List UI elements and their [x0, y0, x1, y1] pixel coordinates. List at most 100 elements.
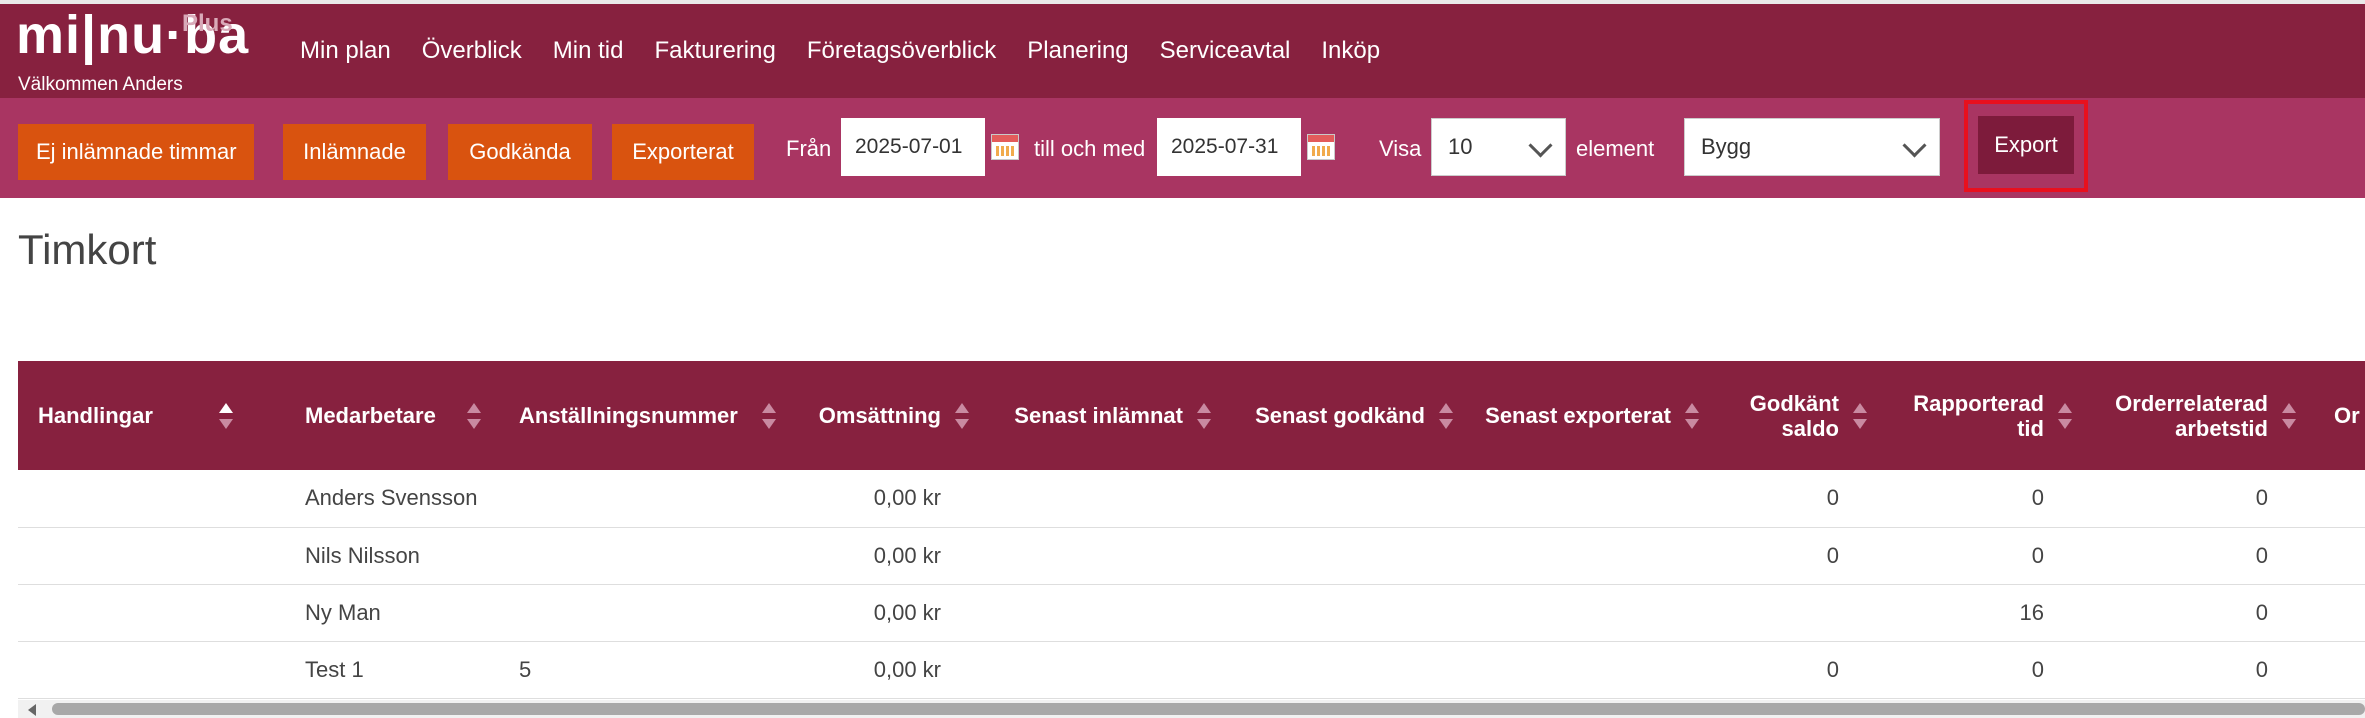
- cell-actions: [18, 470, 285, 528]
- table-row[interactable]: Ny Man 0,00 kr 16 0: [18, 584, 2365, 642]
- sort-icon[interactable]: [1853, 401, 1867, 431]
- cell-revenue: 0,00 kr: [792, 641, 987, 699]
- chevron-down-icon: [1902, 133, 1927, 158]
- cell-truncated: [2314, 470, 2365, 528]
- welcome-text: Välkommen Anders: [18, 74, 183, 95]
- cell-order-time: 0: [2090, 641, 2314, 699]
- to-label: till och med: [1034, 136, 1146, 161]
- column-header-rapporterad-tid[interactable]: Rapporterad tid: [1885, 361, 2090, 470]
- cell-truncated: [2314, 641, 2365, 699]
- category-value: Bygg: [1701, 134, 1752, 159]
- calendar-icon[interactable]: [1307, 134, 1335, 160]
- sort-icon[interactable]: [2058, 401, 2072, 431]
- cell-approved-balance: 0: [1717, 527, 1885, 585]
- minuba-logo[interactable]: mi|nu·ba Plus Välkommen Anders: [16, 8, 256, 98]
- column-header-senast-exporterat[interactable]: Senast exporterat: [1471, 361, 1717, 470]
- cell-last-submitted: [987, 470, 1229, 528]
- nav-fakturering[interactable]: Fakturering: [654, 37, 775, 65]
- nav-planering[interactable]: Planering: [1027, 37, 1128, 65]
- cell-last-exported: [1471, 470, 1717, 528]
- logo-plus-badge: Plus: [182, 10, 233, 37]
- nav-inkop[interactable]: Inköp: [1321, 37, 1380, 65]
- cell-reported-time: 0: [1885, 470, 2090, 528]
- cell-last-approved: [1229, 584, 1471, 642]
- cell-last-submitted: [987, 584, 1229, 642]
- cell-order-time: 0: [2090, 584, 2314, 642]
- filter-approved-button[interactable]: Godkända: [448, 124, 592, 180]
- timecard-table-container: Handlingar Medarbetare Anställningsnumme…: [18, 361, 2365, 701]
- column-header-medarbetare[interactable]: Medarbetare: [285, 361, 499, 470]
- sort-icon[interactable]: [762, 401, 776, 431]
- nav-serviceavtal[interactable]: Serviceavtal: [1160, 37, 1291, 65]
- cell-last-exported: [1471, 584, 1717, 642]
- cell-approved-balance: 0: [1717, 641, 1885, 699]
- sort-icon[interactable]: [1685, 401, 1699, 431]
- export-button[interactable]: Export: [1978, 116, 2074, 174]
- cell-revenue: 0,00 kr: [792, 584, 987, 642]
- cell-employee: Test 1: [285, 641, 499, 699]
- cell-actions: [18, 527, 285, 585]
- table-header-row: Handlingar Medarbetare Anställningsnumme…: [18, 361, 2365, 470]
- to-date-input[interactable]: [1157, 118, 1301, 176]
- column-header-handlingar[interactable]: Handlingar: [18, 361, 285, 470]
- cell-approved-balance: [1717, 584, 1885, 642]
- cell-employee-number: [499, 527, 792, 585]
- cell-order-time: 0: [2090, 527, 2314, 585]
- column-header-anstallningsnummer[interactable]: Anställningsnummer: [499, 361, 792, 470]
- table-row[interactable]: Anders Svensson 0,00 kr 0 0 0: [18, 470, 2365, 528]
- cell-employee-number: 5: [499, 641, 792, 699]
- table-row[interactable]: Test 1 5 0,00 kr 0 0 0: [18, 641, 2365, 699]
- filter-submitted-button[interactable]: Inlämnade: [283, 124, 426, 180]
- nav-overblick[interactable]: Överblick: [422, 37, 522, 65]
- sort-asc-icon[interactable]: [219, 401, 233, 431]
- sort-icon[interactable]: [467, 401, 481, 431]
- column-header-truncated[interactable]: Or: [2314, 361, 2365, 470]
- export-highlight: Export: [1964, 100, 2088, 192]
- cell-last-exported: [1471, 641, 1717, 699]
- scrollbar-thumb[interactable]: [52, 703, 2365, 715]
- cell-employee: Nils Nilsson: [285, 527, 499, 585]
- cell-last-approved: [1229, 470, 1471, 528]
- sort-icon[interactable]: [1439, 401, 1453, 431]
- calendar-icon[interactable]: [991, 134, 1019, 160]
- from-label: Från: [786, 136, 832, 161]
- page-size-select[interactable]: 10: [1431, 118, 1566, 176]
- column-header-senast-inlamnat[interactable]: Senast inlämnat: [987, 361, 1229, 470]
- element-label: element: [1576, 136, 1655, 161]
- nav-foretagsoverblick[interactable]: Företagsöverblick: [807, 37, 996, 65]
- filter-not-submitted-button[interactable]: Ej inlämnade timmar: [18, 124, 254, 180]
- nav-min-tid[interactable]: Min tid: [553, 37, 624, 65]
- cell-employee: Anders Svensson: [285, 470, 499, 528]
- main-nav: Min plan Överblick Min tid Fakturering F…: [300, 4, 1411, 98]
- cell-revenue: 0,00 kr: [792, 470, 987, 528]
- from-date-input[interactable]: [841, 118, 985, 176]
- nav-min-plan[interactable]: Min plan: [300, 37, 391, 65]
- sort-icon[interactable]: [1197, 401, 1211, 431]
- cell-reported-time: 0: [1885, 527, 2090, 585]
- show-label: Visa: [1379, 136, 1422, 161]
- column-header-orderrelaterad-arbetstid[interactable]: Orderrelaterad arbetstid: [2090, 361, 2314, 470]
- column-header-omsattning[interactable]: Omsättning: [792, 361, 987, 470]
- column-header-godkant-saldo[interactable]: Godkänt saldo: [1717, 361, 1885, 470]
- cell-employee-number: [499, 584, 792, 642]
- cell-reported-time: 16: [1885, 584, 2090, 642]
- column-header-senast-godkand[interactable]: Senast godkänd: [1229, 361, 1471, 470]
- sort-icon[interactable]: [955, 401, 969, 431]
- scroll-left-icon[interactable]: [28, 704, 36, 716]
- cell-employee-number: [499, 470, 792, 528]
- table-row[interactable]: Nils Nilsson 0,00 kr 0 0 0: [18, 527, 2365, 585]
- horizontal-scrollbar[interactable]: [18, 700, 2365, 718]
- cell-truncated: [2314, 584, 2365, 642]
- top-navigation-bar: mi|nu·ba Plus Välkommen Anders Min plan …: [0, 0, 2365, 98]
- cell-last-exported: [1471, 527, 1717, 585]
- filter-exported-button[interactable]: Exporterat: [612, 124, 754, 180]
- cell-order-time: 0: [2090, 470, 2314, 528]
- sort-icon[interactable]: [2282, 401, 2296, 431]
- cell-last-approved: [1229, 641, 1471, 699]
- timecard-table: Handlingar Medarbetare Anställningsnumme…: [18, 361, 2365, 699]
- cell-actions: [18, 584, 285, 642]
- category-select[interactable]: Bygg: [1684, 118, 1940, 176]
- chevron-down-icon: [1528, 133, 1553, 158]
- cell-reported-time: 0: [1885, 641, 2090, 699]
- page-size-value: 10: [1448, 134, 1473, 159]
